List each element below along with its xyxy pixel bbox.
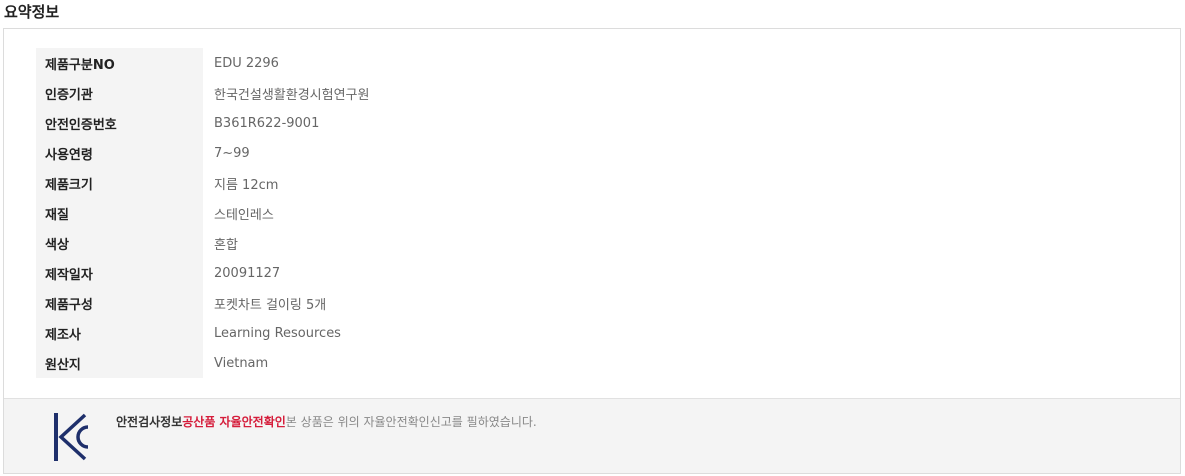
table-row: 재질 스테인레스 <box>36 198 369 228</box>
table-row: 원산지 Vietnam <box>36 348 369 378</box>
certification-type: 공산품 자율안전확인 <box>182 415 286 429</box>
table-row: 제품구분NO EDU 2296 <box>36 48 369 78</box>
table-row: 제작일자 20091127 <box>36 258 369 288</box>
row-value: 스테인레스 <box>214 207 274 223</box>
row-label: 제품구성 <box>36 288 203 318</box>
table-row: 제조사 Learning Resources <box>36 318 369 348</box>
row-label: 인증기관 <box>36 78 203 108</box>
certification-heading: 안전검사정보 <box>116 415 183 429</box>
summary-panel: 제품구분NO EDU 2296 인증기관 한국건설생활환경시험연구원 안전인증번… <box>3 28 1181 474</box>
certification-note: 본 상품은 위의 자율안전확인신고를 필하였습니다. <box>285 415 537 429</box>
safety-certification-box: 안전검사정보공산품 자율안전확인본 상품은 위의 자율안전확인신고를 필하였습니… <box>4 398 1180 473</box>
row-label: 제작일자 <box>36 258 203 288</box>
row-value: 7~99 <box>214 145 250 161</box>
table-row: 색상 혼합 <box>36 228 369 258</box>
row-value: Learning Resources <box>214 325 341 341</box>
table-row: 제품구성 포켓차트 걸이링 5개 <box>36 288 369 318</box>
row-value: EDU 2296 <box>214 55 279 71</box>
table-row: 제품크기 지름 12cm <box>36 168 369 198</box>
row-value: Vietnam <box>214 355 269 371</box>
kc-mark-icon <box>51 411 91 469</box>
section-title: 요약정보 <box>4 3 60 21</box>
row-value: 20091127 <box>214 265 281 281</box>
row-label: 원산지 <box>36 348 203 378</box>
row-label: 제품크기 <box>36 168 203 198</box>
table-row: 사용연령 7~99 <box>36 138 369 168</box>
row-value: 지름 12cm <box>214 177 279 193</box>
row-value: 포켓차트 걸이링 5개 <box>214 297 327 313</box>
row-label: 제품구분NO <box>36 48 203 78</box>
table-row: 인증기관 한국건설생활환경시험연구원 <box>36 78 369 108</box>
row-label: 재질 <box>36 198 203 228</box>
row-label: 사용연령 <box>36 138 203 168</box>
certification-text: 안전검사정보공산품 자율안전확인본 상품은 위의 자율안전확인신고를 필하였습니… <box>116 413 537 430</box>
row-value: B361R622-9001 <box>214 115 320 131</box>
row-label: 제조사 <box>36 318 203 348</box>
row-value: 한국건설생활환경시험연구원 <box>214 87 370 103</box>
row-value: 혼합 <box>214 237 238 253</box>
row-label: 색상 <box>36 228 203 258</box>
spec-table: 제품구분NO EDU 2296 인증기관 한국건설생활환경시험연구원 안전인증번… <box>36 48 369 378</box>
row-label: 안전인증번호 <box>36 108 203 138</box>
table-row: 안전인증번호 B361R622-9001 <box>36 108 369 138</box>
